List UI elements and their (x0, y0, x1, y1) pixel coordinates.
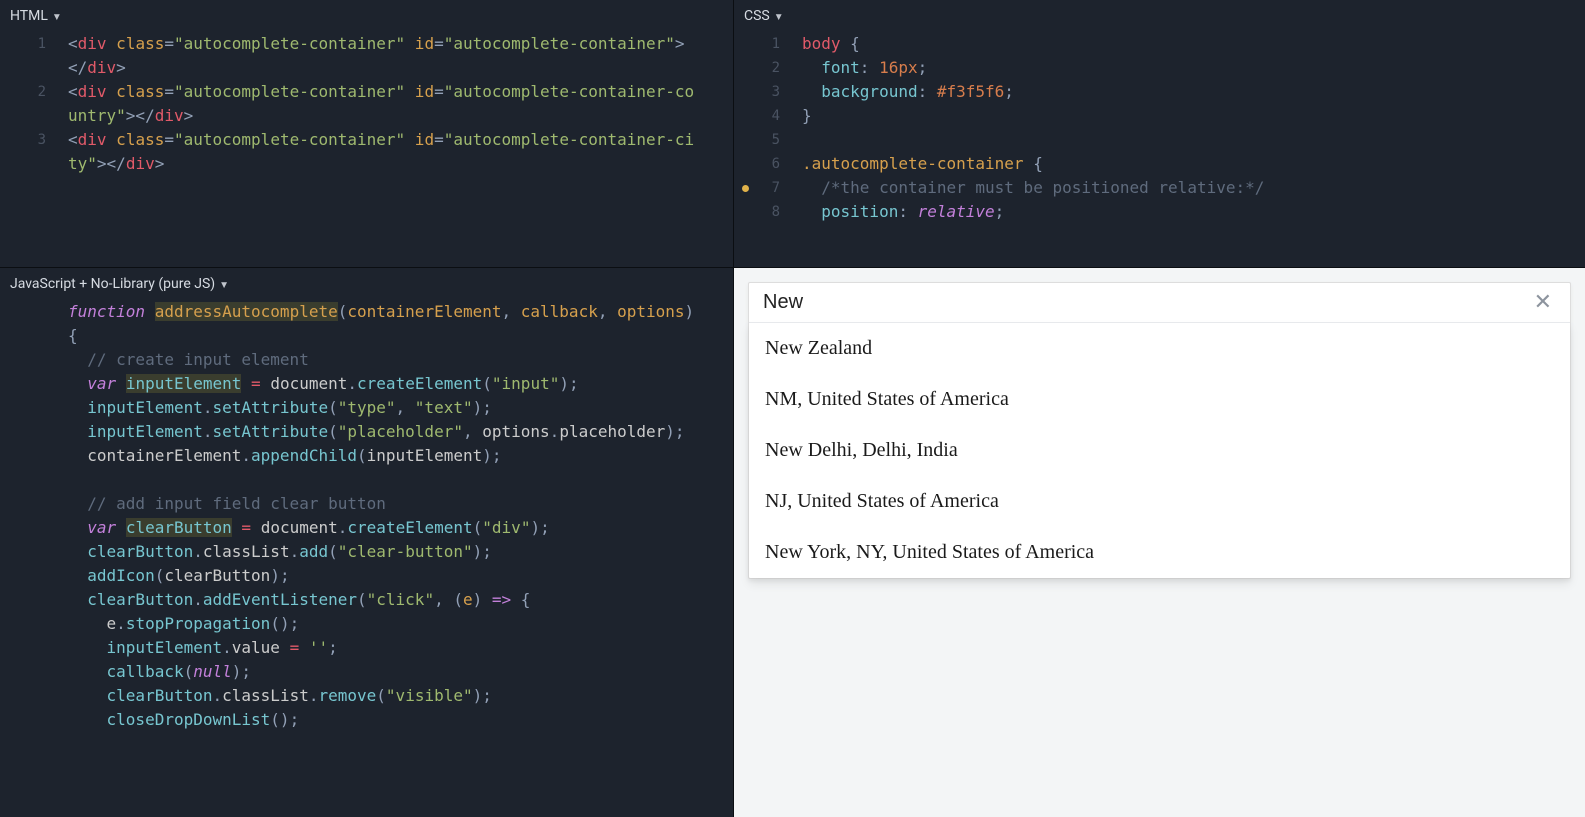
code-content: // create input element (68, 348, 733, 372)
code-content: inputElement.setAttribute("type", "text"… (68, 396, 733, 420)
line-number: 3 (0, 128, 68, 152)
code-line[interactable]: clearButton.addEventListener("click", (e… (0, 588, 733, 612)
css-panel-title: CSS (744, 8, 770, 24)
html-panel: HTML ▼ 1<div class="autocomplete-contain… (0, 0, 733, 267)
code-content (802, 128, 1585, 152)
css-code-editor[interactable]: 1body {2 font: 16px;3 background: #f3f5f… (734, 32, 1585, 267)
code-line[interactable]: 3 background: #f3f5f6; (734, 80, 1585, 104)
css-panel-header[interactable]: CSS ▼ (734, 0, 1585, 32)
code-content: clearButton.classList.remove("visible"); (68, 684, 733, 708)
html-panel-header[interactable]: HTML ▼ (0, 0, 733, 32)
chevron-down-icon: ▼ (52, 12, 62, 23)
code-content: .autocomplete-container { (802, 152, 1585, 176)
line-number: 8 (734, 200, 802, 224)
code-content: position: relative; (802, 200, 1585, 224)
js-panel-header[interactable]: JavaScript + No-Library (pure JS) ▼ (0, 268, 733, 300)
code-line[interactable] (0, 468, 733, 492)
code-line[interactable]: inputElement.setAttribute("type", "text"… (0, 396, 733, 420)
code-line[interactable]: e.stopPropagation(); (0, 612, 733, 636)
js-panel-title: JavaScript + No-Library (pure JS) (10, 276, 215, 292)
code-content: /*the container must be positioned relat… (802, 176, 1585, 200)
line-number: 1 (0, 32, 68, 56)
autocomplete-input-row: ✕ (749, 283, 1570, 322)
line-number: 7 (734, 176, 802, 200)
code-line[interactable]: callback(null); (0, 660, 733, 684)
code-line[interactable]: // create input element (0, 348, 733, 372)
css-panel: CSS ▼ 1body {2 font: 16px;3 background: … (734, 0, 1585, 267)
html-code-editor[interactable]: 1<div class="autocomplete-container" id=… (0, 32, 733, 267)
code-line[interactable]: 1<div class="autocomplete-container" id=… (0, 32, 733, 80)
code-content: containerElement.appendChild(inputElemen… (68, 444, 733, 468)
clear-button[interactable]: ✕ (1530, 292, 1556, 314)
code-line[interactable]: var clearButton = document.createElement… (0, 516, 733, 540)
code-line[interactable]: 2<div class="autocomplete-container" id=… (0, 80, 733, 128)
result-panel: ✕ New ZealandNM, United States of Americ… (734, 268, 1585, 817)
code-content: callback(null); (68, 660, 733, 684)
close-icon: ✕ (1534, 290, 1552, 315)
code-content: clearButton.classList.add("clear-button"… (68, 540, 733, 564)
chevron-down-icon: ▼ (219, 280, 229, 291)
code-content: } (802, 104, 1585, 128)
code-line[interactable]: addIcon(clearButton); (0, 564, 733, 588)
code-content: var clearButton = document.createElement… (68, 516, 733, 540)
autocomplete-item[interactable]: NJ, United States of America (749, 476, 1570, 527)
code-content: inputElement.value = ''; (68, 636, 733, 660)
code-content: var inputElement = document.createElemen… (68, 372, 733, 396)
code-content: <div class="autocomplete-container" id="… (68, 32, 733, 80)
line-number: 6 (734, 152, 802, 176)
code-content (68, 468, 733, 492)
line-number: 5 (734, 128, 802, 152)
autocomplete-container: ✕ New ZealandNM, United States of Americ… (748, 282, 1571, 579)
code-line[interactable]: clearButton.classList.remove("visible"); (0, 684, 733, 708)
code-line[interactable]: clearButton.classList.add("clear-button"… (0, 540, 733, 564)
code-line[interactable]: 7 /*the container must be positioned rel… (734, 176, 1585, 200)
line-number: 3 (734, 80, 802, 104)
line-number: 2 (734, 56, 802, 80)
code-content: <div class="autocomplete-container" id="… (68, 80, 733, 128)
autocomplete-item[interactable]: New Delhi, Delhi, India (749, 425, 1570, 476)
code-line[interactable]: 8 position: relative; (734, 200, 1585, 224)
code-content: // add input field clear button (68, 492, 733, 516)
line-number: 1 (734, 32, 802, 56)
autocomplete-input[interactable] (763, 291, 1530, 314)
code-content: body { (802, 32, 1585, 56)
code-line[interactable]: function addressAutocomplete(containerEl… (0, 300, 733, 348)
code-line[interactable]: var inputElement = document.createElemen… (0, 372, 733, 396)
code-line[interactable]: closeDropDownList(); (0, 708, 733, 732)
line-number: 2 (0, 80, 68, 104)
code-content: function addressAutocomplete(containerEl… (68, 300, 733, 348)
code-line[interactable]: inputElement.value = ''; (0, 636, 733, 660)
code-line[interactable]: 3<div class="autocomplete-container" id=… (0, 128, 733, 176)
code-content: e.stopPropagation(); (68, 612, 733, 636)
line-number: 4 (734, 104, 802, 128)
warning-dot-icon (742, 185, 749, 192)
autocomplete-dropdown: New ZealandNM, United States of AmericaN… (749, 322, 1570, 578)
code-line[interactable]: 2 font: 16px; (734, 56, 1585, 80)
code-line[interactable]: // add input field clear button (0, 492, 733, 516)
code-content: clearButton.addEventListener("click", (e… (68, 588, 733, 612)
chevron-down-icon: ▼ (774, 12, 784, 23)
code-content: inputElement.setAttribute("placeholder",… (68, 420, 733, 444)
js-panel: JavaScript + No-Library (pure JS) ▼ func… (0, 268, 733, 817)
code-content: background: #f3f5f6; (802, 80, 1585, 104)
code-content: <div class="autocomplete-container" id="… (68, 128, 733, 176)
code-line[interactable]: inputElement.setAttribute("placeholder",… (0, 420, 733, 444)
html-panel-title: HTML (10, 8, 48, 24)
code-content: font: 16px; (802, 56, 1585, 80)
code-line[interactable]: 1body { (734, 32, 1585, 56)
code-content: closeDropDownList(); (68, 708, 733, 732)
autocomplete-item[interactable]: NM, United States of America (749, 374, 1570, 425)
code-line[interactable]: 6.autocomplete-container { (734, 152, 1585, 176)
autocomplete-item[interactable]: New York, NY, United States of America (749, 527, 1570, 578)
autocomplete-item[interactable]: New Zealand (749, 323, 1570, 374)
code-line[interactable]: containerElement.appendChild(inputElemen… (0, 444, 733, 468)
code-line[interactable]: 5 (734, 128, 1585, 152)
code-line[interactable]: 4} (734, 104, 1585, 128)
js-code-editor[interactable]: function addressAutocomplete(containerEl… (0, 300, 733, 817)
code-content: addIcon(clearButton); (68, 564, 733, 588)
